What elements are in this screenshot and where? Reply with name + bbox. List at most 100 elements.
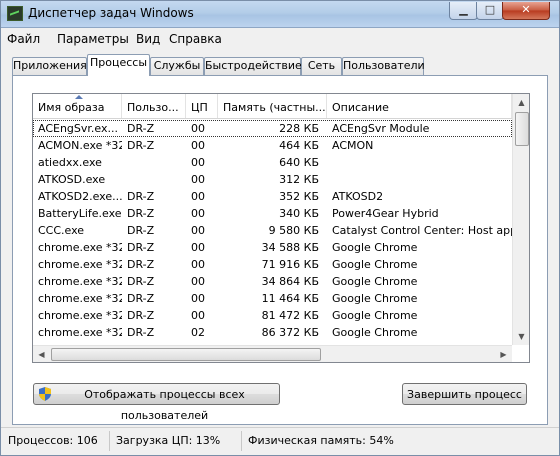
cell-cpu: 00 xyxy=(191,224,205,237)
maximize-icon: □ xyxy=(484,3,496,16)
table-row[interactable]: chrome.exe *32 DR-Z 00 34 588 КБ Google Chro… xyxy=(33,239,512,256)
maximize-button[interactable]: □ xyxy=(476,2,504,20)
process-list[interactable]: Имя образа Пользо... ЦП Память (частны..… xyxy=(32,93,530,363)
process-rows: ACEngSvr.ex... DR-Z 00 228 КБ ACEngSvr Modul… xyxy=(33,120,512,358)
cell-name: ACMON.exe *32 xyxy=(38,139,122,152)
scroll-right-icon[interactable]: ▶ xyxy=(495,346,512,362)
cell-description: Google Chrome xyxy=(332,258,418,271)
cell-memory: 81 472 КБ xyxy=(261,309,319,322)
column-header-memory[interactable]: Память (частны... xyxy=(218,94,327,118)
table-row[interactable]: chrome.exe *32 DR-Z 00 71 916 КБ Google Chro… xyxy=(33,256,512,273)
cell-description: ATKOSD2 xyxy=(332,190,384,203)
cell-cpu: 00 xyxy=(191,275,205,288)
cell-description: Google Chrome xyxy=(332,309,418,322)
window-title: Диспетчер задач Windows xyxy=(28,6,194,20)
table-row[interactable]: ATKOSD.exe 00 312 КБ xyxy=(33,171,512,188)
scroll-down-icon[interactable]: ▼ xyxy=(513,328,529,345)
task-manager-icon xyxy=(7,6,23,21)
minimize-icon: ▁ xyxy=(459,3,468,16)
cell-name: atiedxx.exe xyxy=(38,156,102,169)
table-row[interactable]: ACEngSvr.ex... DR-Z 00 228 КБ ACEngSvr Modul… xyxy=(33,120,512,137)
cell-memory: 71 916 КБ xyxy=(261,258,319,271)
cell-user: DR-Z xyxy=(127,139,155,152)
cell-name: ATKOSD.exe xyxy=(38,173,106,186)
cell-description: Google Chrome xyxy=(332,292,418,305)
minimize-button[interactable]: ▁ xyxy=(449,2,478,20)
table-row[interactable]: BatteryLife.exe DR-Z 00 340 КБ Power4Gear Hy… xyxy=(33,205,512,222)
table-row[interactable]: chrome.exe *32 DR-Z 00 11 464 КБ Google Chro… xyxy=(33,290,512,307)
cell-description: Google Chrome xyxy=(332,326,418,339)
vertical-scrollbar[interactable]: ▲ ▼ xyxy=(512,94,529,345)
column-header-cpu[interactable]: ЦП xyxy=(186,94,218,118)
table-row[interactable]: atiedxx.exe 00 640 КБ xyxy=(33,154,512,171)
cell-cpu: 00 xyxy=(191,173,205,186)
status-process-count: Процессов: 106 xyxy=(8,434,98,447)
horizontal-scrollbar[interactable]: ◀ ▶ xyxy=(33,345,512,362)
table-row[interactable]: ACMON.exe *32 DR-Z 00 464 КБ ACMON xyxy=(33,137,512,154)
table-row[interactable]: chrome.exe *32 DR-Z 00 34 864 КБ Google Chro… xyxy=(33,273,512,290)
cell-name: chrome.exe *32 xyxy=(38,241,122,254)
scroll-left-icon[interactable]: ◀ xyxy=(33,346,50,362)
cell-name: chrome.exe *32 xyxy=(38,326,122,339)
status-bar: Процессов: 106 Загрузка ЦП: 13% Физическ… xyxy=(1,427,559,455)
cell-name: chrome.exe *32 xyxy=(38,309,122,322)
cell-user: DR-Z xyxy=(127,224,155,237)
cell-user: DR-Z xyxy=(127,241,155,254)
cell-description: Google Chrome xyxy=(332,241,418,254)
title-bar[interactable]: Диспетчер задач Windows ▁ □ ✕ xyxy=(1,1,559,28)
cell-cpu: 00 xyxy=(191,190,205,203)
cell-description xyxy=(327,154,512,171)
tab-applications[interactable]: Приложения xyxy=(12,57,87,75)
tab-performance[interactable]: Быстродействие xyxy=(204,57,302,75)
show-all-processes-button[interactable]: Отображать процессы всех пользователей xyxy=(33,383,280,422)
sort-ascending-icon xyxy=(75,95,83,99)
menu-file[interactable]: Файл xyxy=(7,32,40,46)
cell-memory: 86 372 КБ xyxy=(261,326,319,339)
column-header-user[interactable]: Пользо... xyxy=(122,94,186,118)
horizontal-scroll-thumb[interactable] xyxy=(51,348,321,361)
end-process-button[interactable]: Завершить процесс xyxy=(402,383,527,405)
menu-view[interactable]: Вид xyxy=(136,32,160,46)
cell-name: BatteryLife.exe xyxy=(38,207,122,220)
cell-description: ACEngSvr Module xyxy=(332,122,430,135)
cell-memory: 640 КБ xyxy=(279,156,319,169)
cell-memory: 312 КБ xyxy=(279,173,319,186)
cell-name: chrome.exe *32 xyxy=(38,258,122,271)
scroll-up-icon[interactable]: ▲ xyxy=(513,94,529,111)
table-row[interactable]: chrome.exe *32 DR-Z 00 81 472 КБ Google Chro… xyxy=(33,307,512,324)
cell-user: DR-Z xyxy=(127,122,155,135)
cell-description: ACMON xyxy=(332,139,374,152)
tab-users[interactable]: Пользователи xyxy=(342,57,425,75)
menu-options[interactable]: Параметры xyxy=(57,32,129,46)
cell-user: DR-Z xyxy=(127,292,155,305)
list-header: Имя образа Пользо... ЦП Память (частны..… xyxy=(33,94,512,119)
cell-user: DR-Z xyxy=(127,258,155,271)
cell-memory: 34 864 КБ xyxy=(261,275,319,288)
cell-memory: 11 464 КБ xyxy=(261,292,319,305)
table-row[interactable]: ATKOSD2.exe... DR-Z 00 352 КБ ATKOSD2 xyxy=(33,188,512,205)
cell-cpu: 00 xyxy=(191,139,205,152)
menu-help[interactable]: Справка xyxy=(169,32,222,46)
column-header-name[interactable]: Имя образа xyxy=(33,94,122,118)
cell-description: Google Chrome xyxy=(332,275,418,288)
vertical-scroll-thumb[interactable] xyxy=(515,112,529,146)
cell-cpu: 02 xyxy=(191,326,205,339)
cell-cpu: 00 xyxy=(191,207,205,220)
table-row[interactable]: CCC.exe DR-Z 00 9 580 КБ Catalyst Control Ce… xyxy=(33,222,512,239)
tab-network[interactable]: Сеть xyxy=(301,57,342,75)
column-header-description[interactable]: Описание xyxy=(327,94,512,118)
tab-services[interactable]: Службы xyxy=(150,57,204,75)
cell-name: chrome.exe *32 xyxy=(38,275,122,288)
table-row[interactable]: chrome.exe *32 DR-Z 02 86 372 КБ Google Chro… xyxy=(33,324,512,341)
cell-user xyxy=(122,154,186,171)
status-divider xyxy=(241,431,242,451)
tab-processes[interactable]: Процессы xyxy=(87,54,150,76)
cell-user: DR-Z xyxy=(127,190,155,203)
cell-cpu: 00 xyxy=(191,122,205,135)
close-button[interactable]: ✕ xyxy=(502,2,550,20)
status-cpu-usage: Загрузка ЦП: 13% xyxy=(116,434,221,447)
cell-user: DR-Z xyxy=(127,275,155,288)
cell-name: chrome.exe *32 xyxy=(38,292,122,305)
cell-description: Power4Gear Hybrid xyxy=(332,207,439,220)
close-icon: ✕ xyxy=(521,3,531,16)
